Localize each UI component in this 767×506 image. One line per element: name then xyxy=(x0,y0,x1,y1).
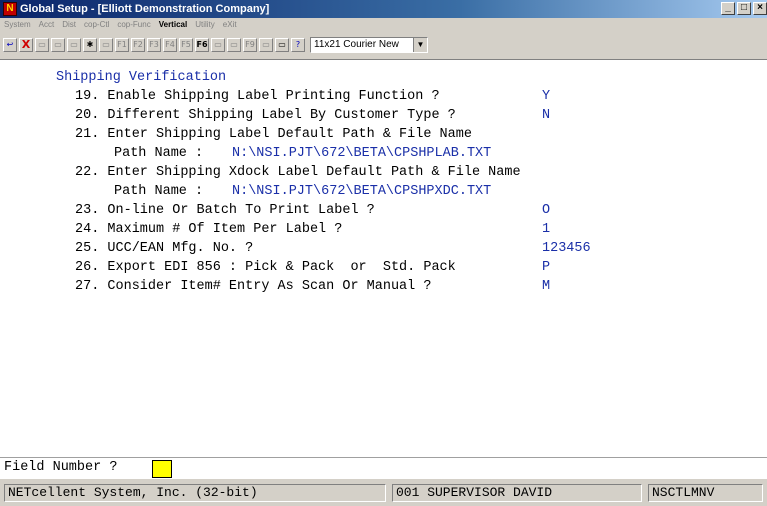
status-company: NETcellent System, Inc. (32-bit) xyxy=(4,484,386,502)
field-22-path-label: Path Name : xyxy=(114,184,204,199)
new-icon[interactable]: ▭ xyxy=(35,38,49,52)
toolbar: ↩ X ▭ ▭ ▭ ✱ ▭ F1 F2 F3 F4 F5 F6 ▭ ▭ F9 ▭… xyxy=(0,32,767,58)
calculator-icon[interactable]: ▭ xyxy=(259,38,273,52)
magnifier-icon[interactable]: ▭ xyxy=(227,38,241,52)
minimize-button[interactable]: _ xyxy=(721,2,735,15)
menu-cop-func[interactable]: cop-Func xyxy=(117,18,150,32)
field-22-path-value: N:\NSI.PJT\672\BETA\CPSHPXDC.TXT xyxy=(232,184,492,199)
font-select[interactable]: 11x21 Courier New ▼ xyxy=(310,37,428,53)
field-number-label: Field Number ? xyxy=(4,460,118,475)
menu-system[interactable]: System xyxy=(4,18,31,32)
settings-icon[interactable]: ✱ xyxy=(83,38,97,52)
binoculars-icon[interactable]: ▭ xyxy=(211,38,225,52)
f1-button[interactable]: F1 xyxy=(115,38,129,52)
field-25-label: 25. UCC/EAN Mfg. No. ? xyxy=(75,241,254,256)
status-bar: NETcellent System, Inc. (32-bit) 001 SUP… xyxy=(0,480,767,506)
screen-heading: Shipping Verification xyxy=(56,70,227,85)
menu-vertical[interactable]: Vertical xyxy=(159,18,187,32)
field-21-path-label: Path Name : xyxy=(114,146,204,161)
f9-button[interactable]: F9 xyxy=(243,38,257,52)
font-select-value: 11x21 Courier New xyxy=(314,39,399,50)
cancel-icon[interactable]: X xyxy=(19,38,33,52)
field-25-value: 123456 xyxy=(542,241,591,256)
f3-button[interactable]: F3 xyxy=(147,38,161,52)
field-26-value: P xyxy=(542,260,551,275)
app-logo-icon: N xyxy=(3,2,17,16)
status-user: 001 SUPERVISOR DAVID xyxy=(392,484,642,502)
menu-utility[interactable]: Utility xyxy=(195,18,215,32)
status-program: NSCTLMNV xyxy=(648,484,763,502)
enter-icon[interactable]: ↩ xyxy=(3,38,17,52)
f5-button[interactable]: F5 xyxy=(179,38,193,52)
field-19-label: 19. Enable Shipping Label Printing Funct… xyxy=(75,89,440,104)
menu-acct[interactable]: Acct xyxy=(39,18,55,32)
maximize-button[interactable]: □ xyxy=(737,2,751,15)
field-21-path-value: N:\NSI.PJT\672\BETA\CPSHPLAB.TXT xyxy=(232,146,492,161)
field-23-value: O xyxy=(542,203,551,218)
field-27-value: M xyxy=(542,279,551,294)
field-23-label: 23. On-line Or Batch To Print Label ? xyxy=(75,203,375,218)
window-controls: _ □ × xyxy=(719,2,767,16)
copy-icon[interactable]: ▭ xyxy=(51,38,65,52)
f2-button[interactable]: F2 xyxy=(131,38,145,52)
field-22-label: 22. Enter Shipping Xdock Label Default P… xyxy=(75,165,521,180)
field-26-label: 26. Export EDI 856 : Pick & Pack or Std.… xyxy=(75,260,456,275)
window-title: Global Setup - [Elliott Demonstration Co… xyxy=(20,3,270,15)
menu-cop-ctl[interactable]: cop-Ctl xyxy=(84,18,109,32)
terminal-screen: Shipping Verification 19. Enable Shippin… xyxy=(0,59,767,457)
help-icon[interactable]: ? xyxy=(291,38,305,52)
field-27-label: 27. Consider Item# Entry As Scan Or Manu… xyxy=(75,279,432,294)
field-21-label: 21. Enter Shipping Label Default Path & … xyxy=(75,127,472,142)
close-button[interactable]: × xyxy=(753,2,767,15)
field-20-value: N xyxy=(542,108,551,123)
title-bar: N Global Setup - [Elliott Demonstration … xyxy=(0,0,767,18)
menu-exit[interactable]: eXit xyxy=(223,18,237,32)
paste-icon[interactable]: ▭ xyxy=(67,38,81,52)
field-24-value: 1 xyxy=(542,222,551,237)
grid-icon[interactable]: ▭ xyxy=(275,38,289,52)
menu-dist[interactable]: Dist xyxy=(62,18,76,32)
document-icon[interactable]: ▭ xyxy=(99,38,113,52)
field-number-input[interactable] xyxy=(152,460,172,478)
f6-button[interactable]: F6 xyxy=(195,38,209,52)
menu-bar: System Acct Dist cop-Ctl cop-Func Vertic… xyxy=(0,18,767,32)
prompt-bar: Field Number ? xyxy=(0,457,767,479)
f4-button[interactable]: F4 xyxy=(163,38,177,52)
field-20-label: 20. Different Shipping Label By Customer… xyxy=(75,108,456,123)
chevron-down-icon[interactable]: ▼ xyxy=(413,38,427,52)
field-19-value: Y xyxy=(542,89,551,104)
field-24-label: 24. Maximum # Of Item Per Label ? xyxy=(75,222,343,237)
